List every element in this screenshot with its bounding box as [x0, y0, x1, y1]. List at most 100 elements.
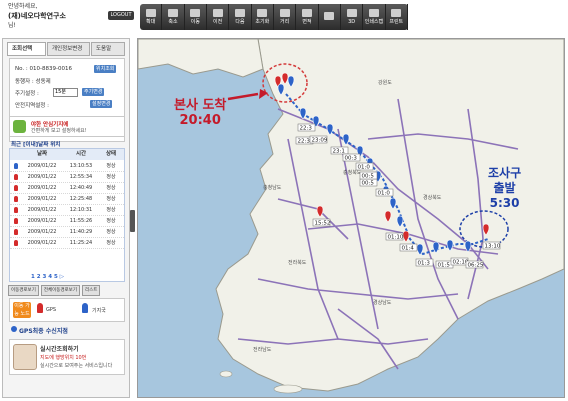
print-icon	[368, 9, 379, 17]
avatar	[13, 344, 37, 370]
layer-icon	[324, 12, 335, 20]
arrival-title: 본사 도착	[174, 98, 227, 113]
user-suffix: 님!	[8, 22, 16, 29]
time-label: 22:3	[300, 126, 313, 132]
gps-last-point-link[interactable]: GPS최종 수신지점	[11, 326, 68, 335]
realtime-line-1: 지도에 행방위치 10번	[40, 355, 87, 361]
time-label: 01:3	[418, 261, 431, 267]
arrival-callout: 본사 도착 20:40	[174, 98, 226, 128]
island-1	[273, 384, 303, 394]
legend: 이동 가능 노드 GPS 기지국	[9, 298, 125, 322]
location-table: 날짜 시간 상태 2009/01/22 13:10:53 정상 2009/01/22 1…	[9, 148, 125, 282]
reset-icon	[257, 9, 268, 17]
cell-status: 정상	[106, 240, 116, 246]
cell-status: 정상	[106, 185, 116, 191]
location-pin-icon	[14, 173, 18, 180]
sidebar-collapse-handle[interactable]	[130, 210, 135, 232]
reset-button[interactable]: 초기화	[252, 4, 274, 30]
region-label: 충청남도	[263, 184, 282, 191]
layer-button[interactable]	[319, 4, 341, 30]
region-label: 전라북도	[288, 259, 307, 266]
locate-button[interactable]: 위치조회	[94, 65, 117, 73]
area-icon	[301, 9, 312, 17]
logout-button[interactable]: LOGOUT	[108, 11, 134, 20]
search-icon	[13, 120, 26, 133]
region-label: 경상남도	[373, 299, 392, 306]
legend-base-station-label: 기지국	[92, 308, 106, 314]
cell-time: 11:25:24	[69, 239, 93, 246]
time-label: 06:25	[468, 263, 484, 269]
pagination[interactable]: 1 2 3 4 5 ▷	[31, 274, 64, 280]
time-label: 01:0	[358, 165, 371, 171]
table-row[interactable]: 2009/01/22 11:25:24 정상	[10, 237, 124, 249]
tab-help[interactable]: 도움말	[91, 42, 125, 56]
printer-button[interactable]: 프린트	[386, 4, 408, 30]
zoom-out-icon	[167, 9, 178, 17]
departure-subtitle: 출발	[493, 181, 516, 195]
promo-box[interactable]: 야한 안심기지에 간편하게 보고 설정하세요!	[9, 116, 125, 137]
cell-date: 2009/01/22	[27, 239, 57, 246]
gps-pin-icon	[37, 303, 43, 313]
cell-time: 12:25:48	[69, 195, 93, 202]
tab-lookup[interactable]: 조회선택	[7, 42, 46, 56]
greeting-text: 안녕하세요,	[8, 3, 38, 10]
view-all-routes-button[interactable]: 전체이동경로보기	[40, 285, 80, 296]
3d-button[interactable]: 3D	[341, 4, 364, 30]
location-pin-icon	[14, 217, 18, 224]
map-canvas: 충청남도 충청북도 경상북도 경상남도 전라북도 전라남도 강원도 22:322…	[138, 39, 564, 394]
movable-node-badge: 이동 가능 노드	[13, 302, 31, 318]
view-route-button[interactable]: 이동경로보기	[8, 285, 39, 296]
safety-change-button[interactable]: 설정변경	[90, 100, 113, 108]
time-label: 00:3	[345, 156, 358, 162]
interval-change-button[interactable]: 주기변경	[82, 88, 105, 96]
interval-select[interactable]: 15분	[53, 88, 78, 97]
time-label: 23:1	[333, 149, 345, 155]
cell-status: 정상	[106, 196, 116, 202]
column-header-status: 상태	[105, 151, 117, 157]
3d-icon	[346, 9, 357, 17]
printer-icon	[391, 9, 402, 17]
arrival-time: 20:40	[179, 113, 221, 128]
cell-date: 2009/01/22	[27, 195, 57, 202]
arrival-arrow	[227, 92, 259, 101]
column-header-time: 시간	[75, 151, 87, 157]
region-label: 강원도	[378, 79, 392, 86]
cell-time: 13:10:53	[69, 162, 93, 169]
prev-button[interactable]: 이전	[207, 4, 230, 30]
cell-date: 2009/01/22	[27, 228, 57, 235]
realtime-lookup-box[interactable]: 실시간조회하기 지도에 행방위치 10번 실시간으로 보여주는 서비스입니다	[9, 339, 125, 375]
next-button[interactable]: 다음	[229, 4, 252, 30]
departure-title: 조사구	[488, 166, 522, 180]
tab-personal-info[interactable]: 개인정보변경	[47, 42, 90, 56]
cell-date: 2009/01/22	[27, 162, 57, 169]
location-pin-icon	[14, 206, 18, 213]
cell-status: 정상	[106, 218, 116, 224]
app-window: 안녕하세요, (재)네오다학연구소 님! LOGOUT 확대 축소 이동 이전 …	[0, 0, 568, 401]
distance-button[interactable]: 거리	[274, 4, 297, 30]
sidebar-tabs: 조회선택 개인정보변경 도움말	[7, 42, 126, 56]
realtime-title: 실시간조회하기	[40, 346, 79, 353]
map-view[interactable]: 충청남도 충청북도 경상북도 경상남도 전라북도 전라남도 강원도 22:3 22…	[137, 38, 565, 398]
table-header: 날짜 시간 상태	[10, 149, 124, 160]
island-2	[219, 370, 233, 378]
time-label: 00:5	[362, 174, 375, 180]
location-pin-icon	[14, 239, 18, 246]
departure-callout: 조사구 출발 5:30	[488, 166, 521, 211]
interval-label: 주기설정 :	[15, 91, 39, 97]
time-label: 01:5	[438, 263, 451, 269]
cell-date: 2009/01/22	[27, 206, 57, 213]
list-button[interactable]: 리스트	[81, 285, 101, 296]
location-list-header: 최근 [이내]날짜 위치	[11, 142, 61, 148]
cell-date: 2009/01/22	[27, 217, 57, 224]
cell-time: 11:40:29	[69, 228, 93, 235]
zoom-out-button[interactable]: 축소	[162, 4, 185, 30]
area-button[interactable]: 면적	[296, 4, 319, 30]
cell-status: 정상	[106, 174, 116, 180]
zoom-in-button[interactable]: 확대	[140, 4, 163, 30]
move-button[interactable]: 이동	[185, 4, 207, 30]
phone-number-label: No. : 010-8839-0016	[15, 66, 72, 72]
time-label: 01:0	[378, 191, 391, 197]
region-label: 전라남도	[253, 346, 272, 353]
cell-date: 2009/01/22	[27, 173, 57, 180]
print-capture-button[interactable]: 인쇄스캡	[363, 4, 386, 30]
